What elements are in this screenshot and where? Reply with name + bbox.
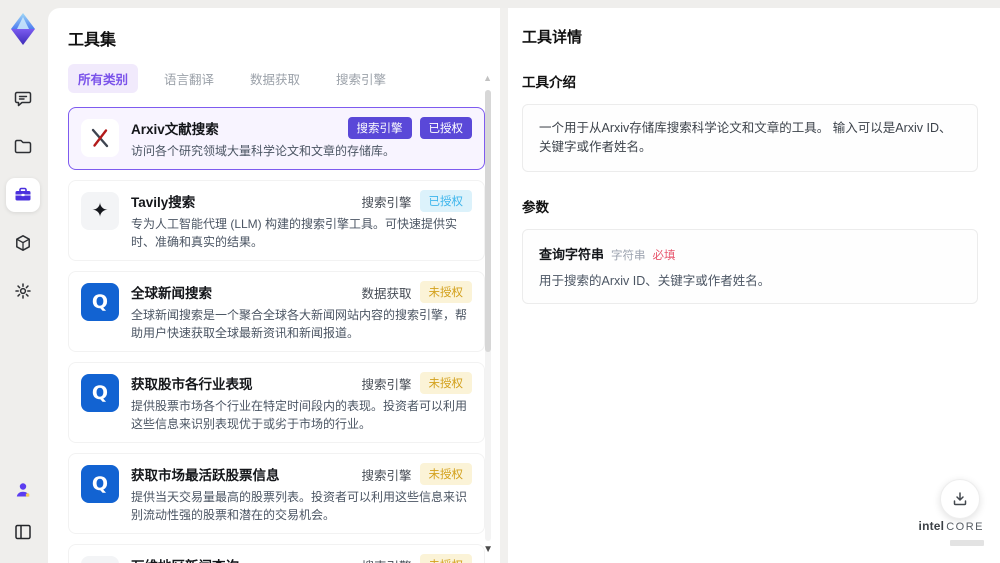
arxiv-logo-icon bbox=[81, 119, 119, 157]
tab-data-fetch[interactable]: 数据获取 bbox=[240, 64, 310, 93]
list-scrollbar[interactable] bbox=[485, 90, 491, 541]
tool-status-badge: 未授权 bbox=[419, 554, 472, 563]
tool-status-badge: 已授权 bbox=[419, 190, 472, 212]
scroll-down-icon[interactable]: ▼ bbox=[483, 545, 493, 555]
tool-status-badge: 已授权 bbox=[419, 117, 472, 139]
intro-text: 一个用于从Arxiv存储库搜索科学论文和文章的工具。 输入可以是Arxiv ID… bbox=[539, 121, 952, 154]
params-heading: 参数 bbox=[522, 199, 549, 215]
app-window: 工具集 所有类别 语言翻译 数据获取 搜索引擎 Arxiv文献搜索 搜索引擎 已… bbox=[0, 0, 1000, 563]
panel-collapse-icon bbox=[15, 524, 31, 540]
tool-title: 获取股市各行业表现 bbox=[131, 377, 253, 392]
tool-card-regional-news[interactable]: 万维地区新闻查询 搜索引擎 未授权 查询具体行政区划内的新闻，快速了解各地新闻动 bbox=[68, 544, 485, 563]
sidebar-item-chat[interactable] bbox=[6, 82, 40, 116]
intro-heading: 工具介绍 bbox=[522, 75, 576, 90]
tool-title: 全球新闻搜索 bbox=[131, 286, 212, 301]
intel-core-logo: intel core bbox=[919, 520, 984, 551]
tool-card-global-news[interactable]: Q 全球新闻搜索 数据获取 未授权 全球新闻搜索是一个聚合全球各大新闻网站内容的… bbox=[68, 271, 485, 352]
param-box: 查询字符串 字符串 必填 用于搜索的Arxiv ID、关键字或作者姓名。 bbox=[522, 228, 978, 304]
tool-status-badge: 未授权 bbox=[419, 463, 472, 485]
param-required-badge: 必填 bbox=[652, 249, 676, 262]
tool-card-tavily[interactable]: ✦ Tavily搜索 搜索引擎 已授权 专为人工智能代理 (LLM) 构建的搜索… bbox=[68, 180, 485, 261]
folder-icon bbox=[14, 139, 32, 154]
intel-wordmark: intel bbox=[918, 519, 945, 534]
sidebar-item-tools[interactable] bbox=[6, 178, 40, 212]
param-name: 查询字符串 bbox=[539, 246, 605, 262]
toolbox-icon bbox=[15, 187, 31, 201]
page-title: 工具集 bbox=[68, 32, 117, 49]
tool-description: 提供股票市场各个行业在特定时间段内的表现。投资者可以利用这些信息来识别表现优于或… bbox=[131, 399, 468, 431]
tool-title: Arxiv文献搜索 bbox=[131, 122, 219, 137]
tool-card-active-stocks[interactable]: Q 获取市场最活跃股票信息 搜索引擎 未授权 提供当天交易量最高的股票列表。投资… bbox=[68, 453, 485, 534]
tool-category-label: 搜索引擎 bbox=[361, 468, 412, 483]
tab-search-engine[interactable]: 搜索引擎 bbox=[326, 64, 396, 93]
tool-status-badge: 未授权 bbox=[419, 372, 472, 394]
app-logo-gem-icon bbox=[11, 13, 35, 45]
scroll-up-icon[interactable]: ▲ bbox=[483, 74, 492, 83]
tool-category-label: 搜索引擎 bbox=[361, 556, 411, 563]
news-q-icon: Q bbox=[81, 374, 119, 412]
tool-category-label: 搜索引擎 bbox=[361, 195, 412, 210]
settings-icon bbox=[15, 283, 31, 299]
param-type: 字符串 bbox=[611, 249, 646, 262]
tool-card-arxiv[interactable]: Arxiv文献搜索 搜索引擎 已授权 访问各个研究领域大量科学论文和文章的存储库… bbox=[68, 107, 485, 170]
news-q-icon: Q bbox=[81, 465, 119, 503]
building-icon bbox=[81, 556, 119, 563]
intro-box: 一个用于从Arxiv存储库搜索科学论文和文章的工具。 输入可以是Arxiv ID… bbox=[522, 104, 978, 172]
left-sidebar bbox=[0, 0, 46, 563]
tool-description: 全球新闻搜索是一个聚合全球各大新闻网站内容的搜索引擎，帮助用户快速获取全球最新资… bbox=[131, 308, 468, 340]
intel-ultra-mark bbox=[950, 540, 984, 547]
tool-title: Tavily搜索 bbox=[131, 195, 196, 210]
download-button[interactable] bbox=[940, 479, 980, 519]
category-tabs: 所有类别 语言翻译 数据获取 搜索引擎 bbox=[68, 64, 485, 93]
tavily-star-icon: ✦ bbox=[81, 192, 119, 230]
tab-translation[interactable]: 语言翻译 bbox=[154, 64, 224, 93]
sidebar-item-settings[interactable] bbox=[6, 274, 40, 308]
param-description: 用于搜索的Arxiv ID、关键字或作者姓名。 bbox=[539, 273, 771, 288]
tool-status-badge: 未授权 bbox=[419, 281, 472, 303]
sidebar-item-collapse[interactable] bbox=[6, 515, 40, 549]
download-icon bbox=[953, 492, 967, 506]
tool-detail-panel: 工具详情 工具介绍 一个用于从Arxiv存储库搜索科学论文和文章的工具。 输入可… bbox=[508, 8, 1000, 563]
panel-divider bbox=[500, 8, 508, 563]
tool-description: 提供当天交易量最高的股票列表。投资者可以利用这些信息来识别流动性强的股票和潜在的… bbox=[131, 490, 468, 522]
main-surface: 工具集 所有类别 语言翻译 数据获取 搜索引擎 Arxiv文献搜索 搜索引擎 已… bbox=[48, 8, 1000, 563]
user-icon bbox=[16, 483, 30, 497]
tab-all-categories[interactable]: 所有类别 bbox=[68, 64, 139, 93]
detail-title: 工具详情 bbox=[522, 29, 583, 46]
tool-description: 访问各个研究领域大量科学论文和文章的存储库。 bbox=[131, 144, 396, 158]
tool-description: 专为人工智能代理 (LLM) 构建的搜索引擎工具。可快速提供实时、准确和真实的结… bbox=[131, 217, 458, 249]
tool-title: 获取市场最活跃股票信息 bbox=[131, 468, 280, 483]
tool-category-label: 搜索引擎 bbox=[361, 377, 412, 392]
tool-category-label: 数据获取 bbox=[361, 286, 412, 301]
sidebar-item-files[interactable] bbox=[6, 130, 40, 164]
tool-card-list: Arxiv文献搜索 搜索引擎 已授权 访问各个研究领域大量科学论文和文章的存储库… bbox=[68, 107, 485, 563]
scrollbar-thumb[interactable] bbox=[485, 90, 491, 352]
chat-icon bbox=[14, 91, 32, 107]
sidebar-item-models[interactable] bbox=[6, 226, 40, 260]
sidebar-nav bbox=[6, 82, 40, 308]
core-wordmark: core bbox=[946, 521, 984, 534]
tool-category-badge: 搜索引擎 bbox=[347, 117, 412, 139]
sidebar-item-account[interactable] bbox=[6, 473, 40, 507]
cube-icon bbox=[16, 235, 30, 251]
tool-list-panel: 工具集 所有类别 语言翻译 数据获取 搜索引擎 Arxiv文献搜索 搜索引擎 已… bbox=[48, 8, 500, 563]
news-q-icon: Q bbox=[81, 283, 119, 321]
tool-card-sector-performance[interactable]: Q 获取股市各行业表现 搜索引擎 未授权 提供股票市场各个行业在特定时间段内的表… bbox=[68, 362, 485, 443]
tool-title: 万维地区新闻查询 bbox=[131, 555, 239, 563]
sidebar-bottom bbox=[6, 473, 40, 549]
